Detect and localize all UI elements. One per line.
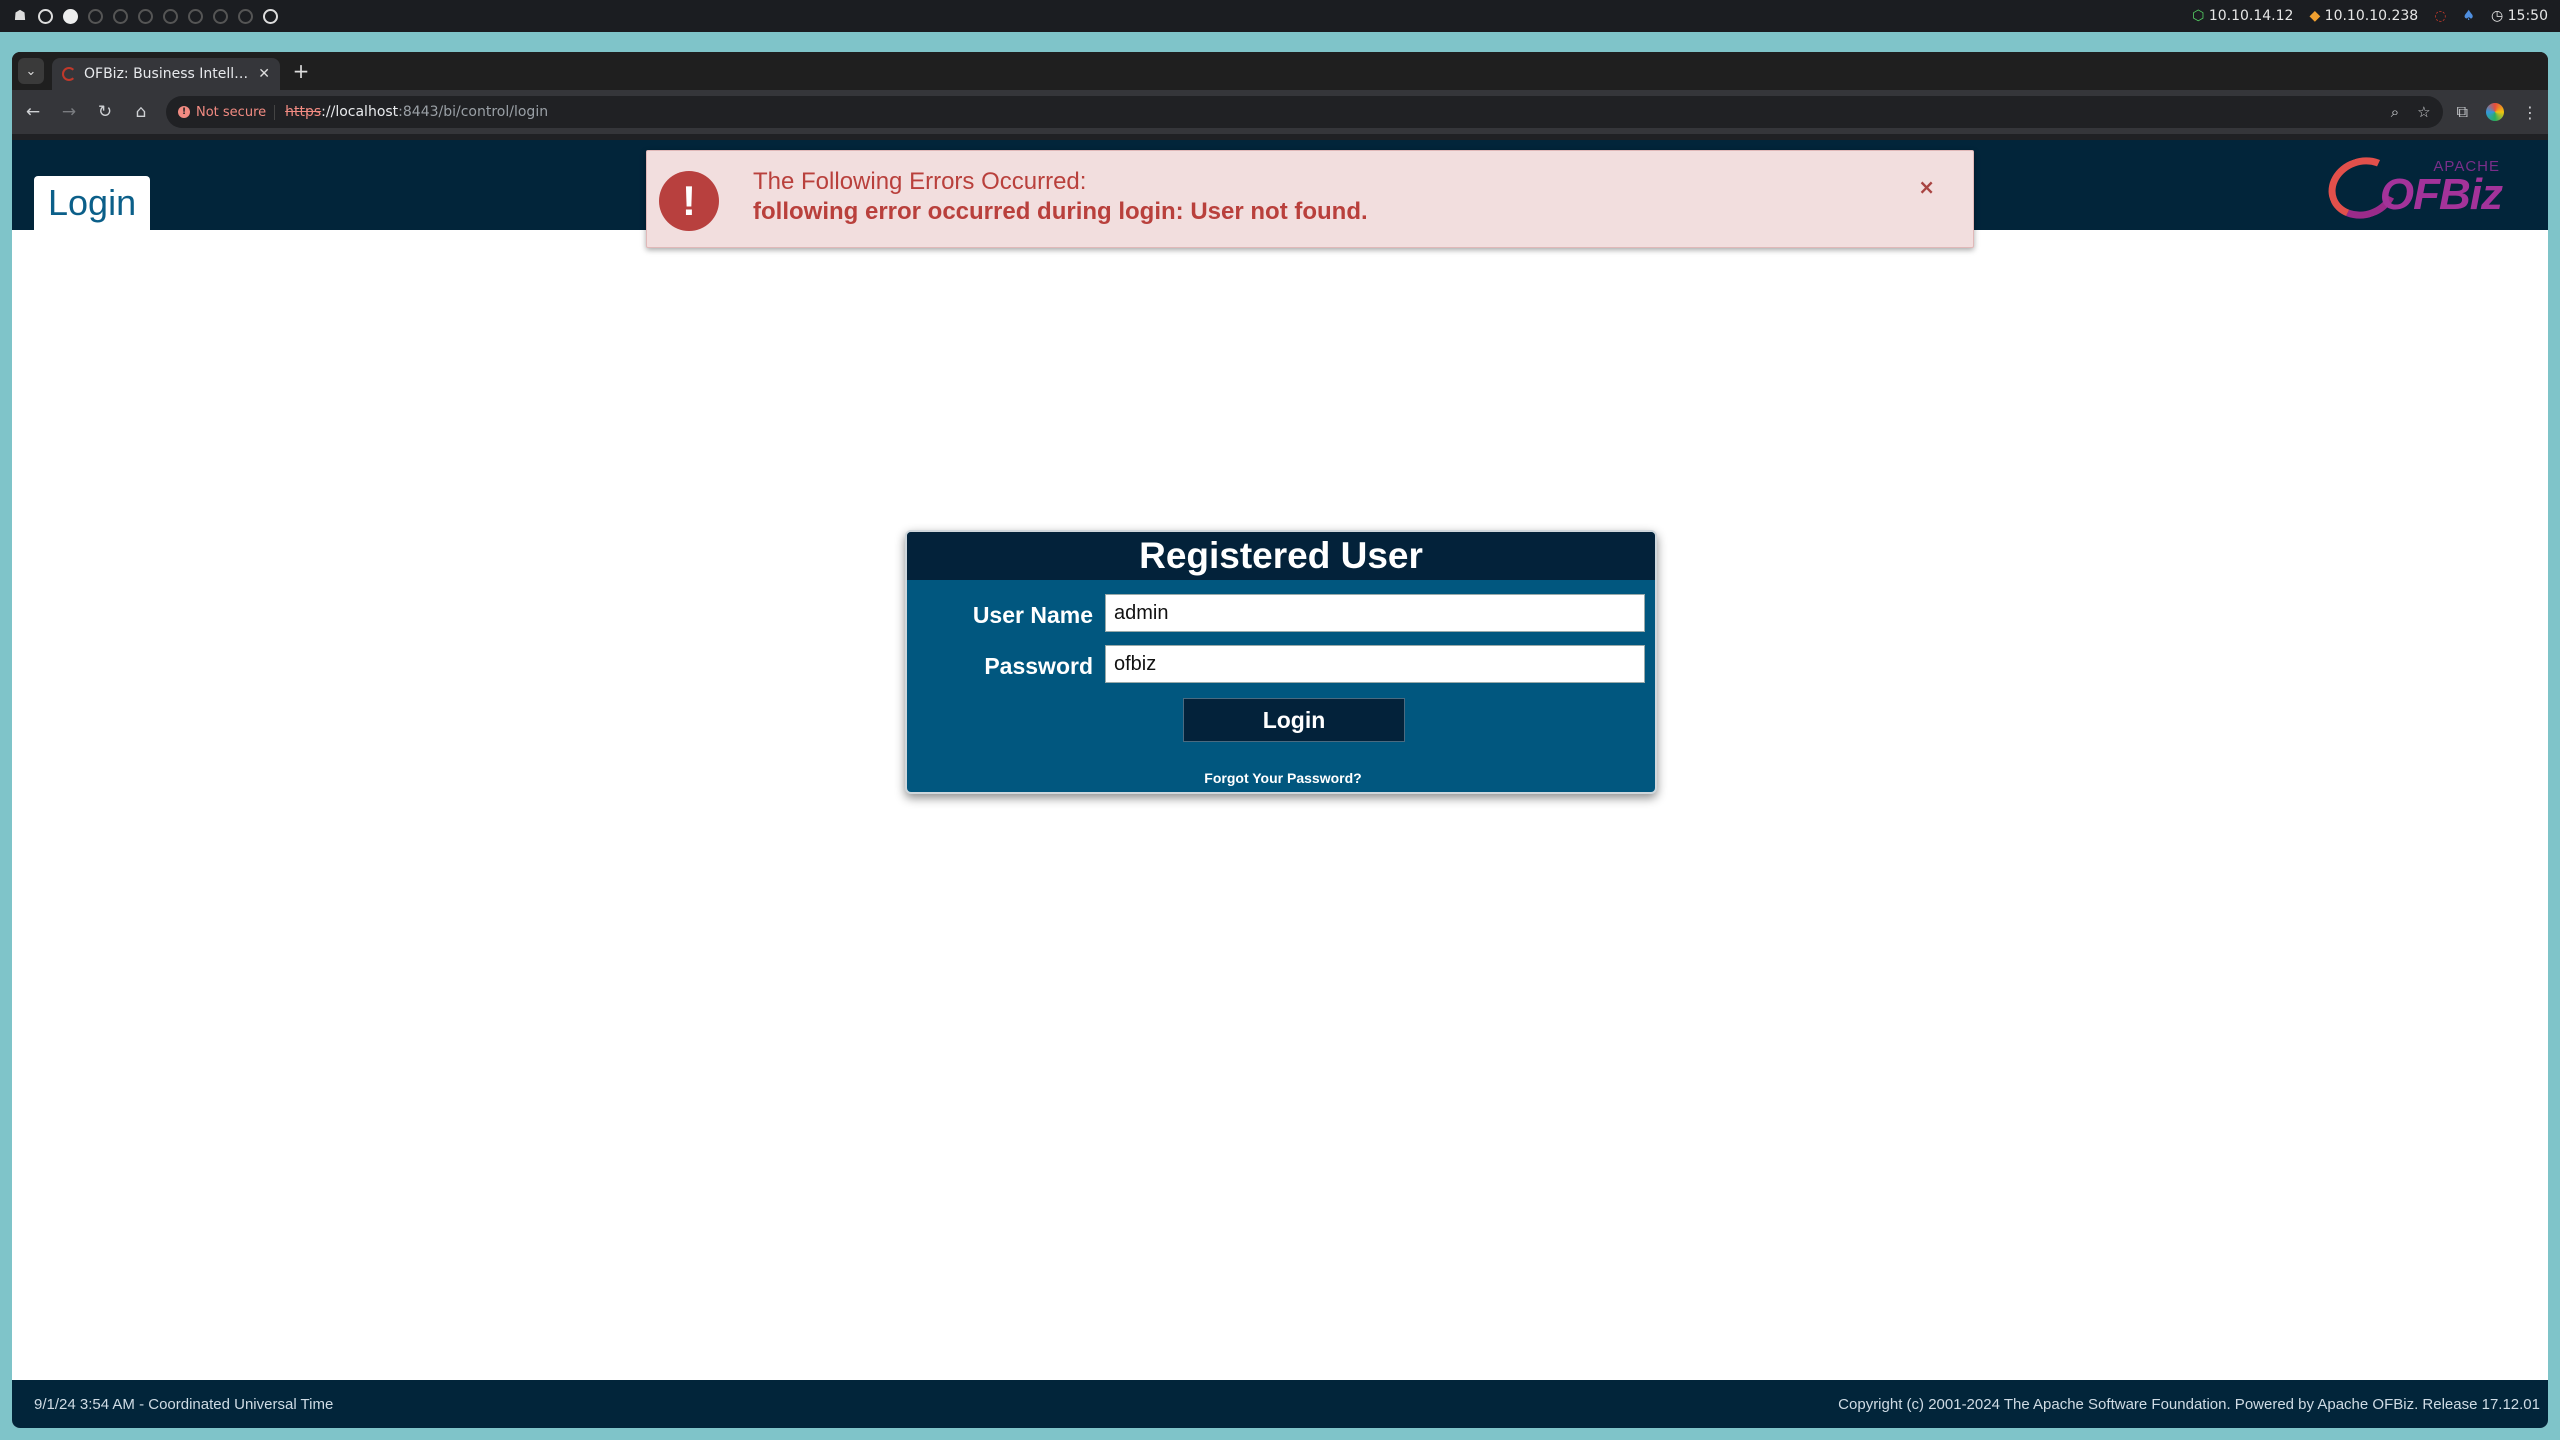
error-detail: following error occurred during login: U… <box>753 198 1368 225</box>
workspace-8[interactable] <box>213 8 228 24</box>
password-input[interactable] <box>1105 645 1645 683</box>
tab-title: OFBiz: Business Intelligen <box>84 66 251 82</box>
profile-avatar-icon[interactable] <box>2486 103 2504 121</box>
system-top-bar: ☗ ⬡ 10.10.14.12 ◆ 10.10.10.238 ◌ ♠ ◷ 15:… <box>0 0 2560 32</box>
footer-copyright: Copyright (c) 2001-2024 The Apache Softw… <box>1838 1395 2540 1413</box>
not-secure-icon: ! <box>178 106 190 118</box>
tab-search-icon[interactable]: ⌄ <box>18 58 44 84</box>
url-text[interactable]: https://localhost:8443/bi/control/login <box>285 104 548 120</box>
home-icon[interactable]: ⌂ <box>130 102 152 122</box>
error-alert: ! The Following Errors Occurred: followi… <box>646 150 1974 248</box>
workspace-4[interactable] <box>113 8 128 24</box>
page-footer: 9/1/24 3:54 AM - Coordinated Universal T… <box>12 1380 2548 1428</box>
username-label: User Name <box>972 602 1093 628</box>
menu-kebab-icon[interactable]: ⋮ <box>2522 103 2538 122</box>
reload-icon[interactable]: ↻ <box>94 102 116 122</box>
menu-icon[interactable]: ☗ <box>12 8 28 24</box>
security-chip[interactable]: ! Not secure <box>178 104 276 120</box>
address-bar[interactable]: ! Not secure https://localhost:8443/bi/c… <box>166 96 2443 128</box>
error-title: The Following Errors Occurred: <box>753 168 1087 195</box>
back-icon[interactable]: ← <box>22 102 44 122</box>
record-icon: ◌ <box>2434 8 2447 24</box>
target-icon: ◆ <box>2309 8 2321 24</box>
browser-toolbar: ← → ↻ ⌂ ! Not secure https://localhost:8… <box>12 90 2548 134</box>
toolbar-actions: ⧉ ⋮ <box>2457 102 2538 122</box>
workspace-9[interactable] <box>238 8 253 24</box>
tab-strip: ⌄ OFBiz: Business Intelligen ✕ + <box>12 52 2548 90</box>
extensions-icon[interactable]: ⧉ <box>2457 102 2468 122</box>
workspace-5[interactable] <box>138 8 153 24</box>
close-tab-icon[interactable]: ✕ <box>258 66 270 82</box>
workspace-switcher: ☗ <box>12 8 278 24</box>
username-input[interactable] <box>1105 594 1645 632</box>
password-label: Password <box>984 653 1093 679</box>
browser-window: ⌄ OFBiz: Business Intelligen ✕ + ← → ↻ ⌂… <box>12 52 2548 1428</box>
ofbiz-favicon-icon <box>62 67 76 81</box>
error-exclamation-icon: ! <box>659 171 719 231</box>
network-icon: ♠ <box>2462 8 2475 24</box>
workspace-2[interactable] <box>63 8 78 24</box>
workspace-10[interactable] <box>263 8 278 24</box>
workspace-6[interactable] <box>163 8 178 24</box>
footer-timestamp: 9/1/24 3:54 AM - Coordinated Universal T… <box>34 1395 334 1413</box>
workspace-7[interactable] <box>188 8 203 24</box>
clock: ◷ 15:50 <box>2490 8 2548 24</box>
web-page: Login APACHE OFBiz ! The Following Error… <box>12 140 2548 1428</box>
workspace-3[interactable] <box>88 8 103 24</box>
zoom-icon[interactable]: ⌕ <box>2391 103 2399 121</box>
ofbiz-logo[interactable]: APACHE OFBiz <box>2319 147 2506 229</box>
forward-icon[interactable]: → <box>58 102 80 122</box>
close-alert-icon[interactable]: × <box>1918 175 1935 199</box>
password-row: Password <box>907 645 1655 685</box>
workspace-1[interactable] <box>38 8 53 24</box>
new-tab-icon[interactable]: + <box>288 59 314 83</box>
shield-icon: ⬡ <box>2192 8 2205 24</box>
logo-ofbiz-text: OFBiz <box>2379 170 2503 219</box>
error-message: The Following Errors Occurred: following… <box>753 167 1368 227</box>
forgot-password-link[interactable]: Forgot Your Password? <box>907 770 1655 786</box>
system-tray: ⬡ 10.10.14.12 ◆ 10.10.10.238 ◌ ♠ ◷ 15:50 <box>2192 8 2548 24</box>
target-ip: ◆ 10.10.10.238 <box>2309 8 2419 24</box>
username-row: User Name <box>907 594 1655 634</box>
login-card: Registered User User Name Password Login… <box>905 530 1657 794</box>
bookmark-star-icon[interactable]: ☆ <box>2417 103 2430 121</box>
login-card-title: Registered User <box>907 532 1655 580</box>
vpn-ip: ⬡ 10.10.14.12 <box>2192 8 2294 24</box>
page-title-tab: Login <box>34 176 151 230</box>
omnibox-actions: ⌕ ☆ <box>2391 103 2431 121</box>
browser-tab[interactable]: OFBiz: Business Intelligen ✕ <box>52 58 280 90</box>
login-button[interactable]: Login <box>1183 698 1405 742</box>
